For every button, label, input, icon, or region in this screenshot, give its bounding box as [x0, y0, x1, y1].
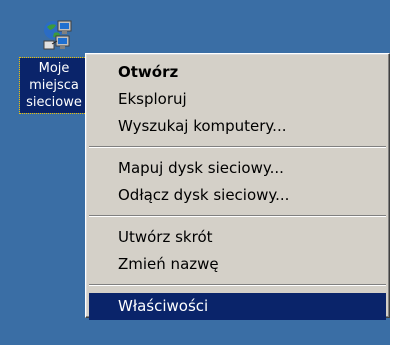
menu-item-explore[interactable]: Eksploruj — [89, 86, 386, 113]
context-menu: Otwórz Eksploruj Wyszukaj komputery... M… — [85, 53, 390, 320]
icon-label-line: miejsca — [29, 78, 79, 93]
desktop[interactable]: Moje miejsca sieciowe Otwórz Eksploruj W… — [0, 0, 390, 345]
icon-label-line: sieciowe — [26, 95, 82, 110]
menu-item-rename[interactable]: Zmień nazwę — [89, 251, 386, 278]
menu-item-open[interactable]: Otwórz — [89, 59, 386, 86]
menu-item-search-computers[interactable]: Wyszukaj komputery... — [89, 113, 386, 140]
icon-label-line: Moje — [38, 61, 70, 76]
menu-separator — [89, 215, 386, 217]
menu-item-create-shortcut[interactable]: Utwórz skrót — [89, 224, 386, 251]
network-places-icon — [42, 18, 74, 50]
desktop-icon-label[interactable]: Moje miejsca sieciowe — [19, 57, 89, 114]
menu-separator — [89, 146, 386, 148]
menu-item-map-network-drive[interactable]: Mapuj dysk sieciowy... — [89, 155, 386, 182]
menu-item-properties[interactable]: Właściwości — [89, 293, 386, 320]
menu-item-disconnect-network-drive[interactable]: Odłącz dysk sieciowy... — [89, 182, 386, 209]
desktop-icon-network-places[interactable]: Moje miejsca sieciowe — [19, 18, 89, 114]
menu-separator — [89, 284, 386, 286]
